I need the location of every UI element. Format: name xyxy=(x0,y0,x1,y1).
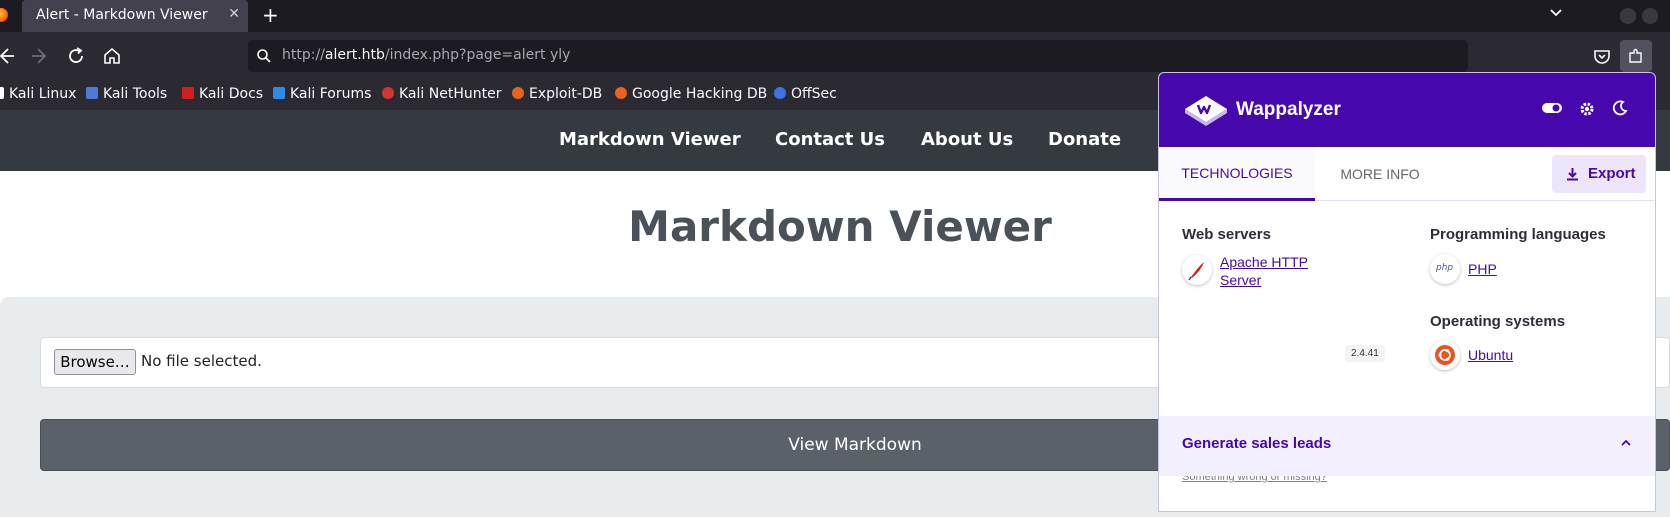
forward-icon[interactable] xyxy=(28,44,52,68)
kali-icon xyxy=(0,87,4,99)
nethunter-icon xyxy=(382,87,394,99)
category-web-servers: Web servers xyxy=(1182,226,1271,243)
sales-leads-label: Generate sales leads xyxy=(1182,435,1332,452)
reload-icon[interactable] xyxy=(64,44,88,68)
bookmark-kali-nethunter[interactable]: Kali NetHunter xyxy=(382,86,501,102)
back-icon[interactable] xyxy=(0,44,18,68)
bookmark-kali-tools[interactable]: Kali Tools xyxy=(86,86,167,102)
maximize-button[interactable] xyxy=(1642,8,1658,24)
category-operating-systems: Operating systems xyxy=(1430,313,1566,330)
bookmark-kali-docs[interactable]: Kali Docs xyxy=(182,86,263,102)
exploit-db-icon xyxy=(512,87,524,99)
browser-tab[interactable]: Alert - Markdown Viewer ✕ xyxy=(22,0,248,32)
wappalyzer-popup: Wappalyzer TECHNOLOGIES MORE INFO Export… xyxy=(1158,72,1656,512)
tab-title: Alert - Markdown Viewer xyxy=(36,7,208,23)
bookmark-exploit-db[interactable]: Exploit-DB xyxy=(512,86,602,102)
tab-more-info[interactable]: MORE INFO xyxy=(1315,147,1445,201)
moon-icon[interactable] xyxy=(1612,100,1628,116)
home-icon[interactable] xyxy=(100,44,124,68)
tab-technologies[interactable]: TECHNOLOGIES xyxy=(1159,147,1315,201)
nav-contact-us[interactable]: Contact Us xyxy=(775,129,885,150)
gear-icon[interactable] xyxy=(1578,100,1596,118)
search-icon xyxy=(257,49,271,63)
file-status: No file selected. xyxy=(141,352,262,370)
bookmark-google-hacking-db[interactable]: Google Hacking DB xyxy=(615,86,767,102)
toggle-icon[interactable] xyxy=(1541,100,1563,116)
kali-docs-icon xyxy=(182,87,194,99)
new-tab-icon[interactable]: + xyxy=(262,3,279,27)
tech-php-link[interactable]: PHP xyxy=(1468,260,1497,278)
nav-markdown-viewer[interactable]: Markdown Viewer xyxy=(559,129,741,150)
ghdb-icon xyxy=(615,87,627,99)
browse-button[interactable]: Browse… xyxy=(54,349,136,375)
tab-strip: Alert - Markdown Viewer ✕ + xyxy=(0,0,1670,32)
apache-icon xyxy=(1182,255,1212,285)
extensions-button[interactable] xyxy=(1620,40,1652,72)
close-icon[interactable]: ✕ xyxy=(228,6,240,22)
chevron-up-icon[interactable] xyxy=(1619,436,1633,450)
wappalyzer-logo xyxy=(1185,96,1227,126)
export-label: Export xyxy=(1588,165,1636,182)
pocket-icon[interactable] xyxy=(1590,44,1614,68)
nav-about-us[interactable]: About Us xyxy=(921,129,1013,150)
export-button[interactable]: Export xyxy=(1552,155,1646,193)
puzzle-icon xyxy=(1629,48,1642,63)
bookmark-offsec[interactable]: OffSec xyxy=(774,86,837,102)
download-icon xyxy=(1567,168,1578,181)
nav-donate[interactable]: Donate xyxy=(1048,129,1121,150)
bookmark-kali-forums[interactable]: Kali Forums xyxy=(273,86,371,102)
wappalyzer-title: Wappalyzer xyxy=(1236,99,1341,120)
firefox-icon xyxy=(0,8,8,22)
bookmark-kali-linux[interactable]: Kali Linux xyxy=(0,86,76,102)
tech-apache-link[interactable]: Apache HTTP Server xyxy=(1220,253,1308,289)
category-programming-languages: Programming languages xyxy=(1430,226,1606,243)
ubuntu-icon xyxy=(1430,340,1460,370)
wappalyzer-header: Wappalyzer xyxy=(1159,73,1655,147)
chevron-down-icon[interactable] xyxy=(1548,4,1564,20)
kali-tools-icon xyxy=(86,87,98,99)
version-badge: 2.4.41 xyxy=(1345,345,1385,362)
offsec-icon xyxy=(774,87,786,99)
php-icon: php xyxy=(1430,254,1460,284)
url-text: http://alert.htb/index.php?page=alert yl… xyxy=(282,47,571,63)
url-bar[interactable]: http://alert.htb/index.php?page=alert yl… xyxy=(248,40,1468,72)
tech-ubuntu-link[interactable]: Ubuntu xyxy=(1468,346,1513,364)
sales-leads-bar[interactable]: Generate sales leads xyxy=(1159,416,1655,476)
minimize-button[interactable] xyxy=(1620,8,1636,24)
kali-forums-icon xyxy=(273,87,285,99)
